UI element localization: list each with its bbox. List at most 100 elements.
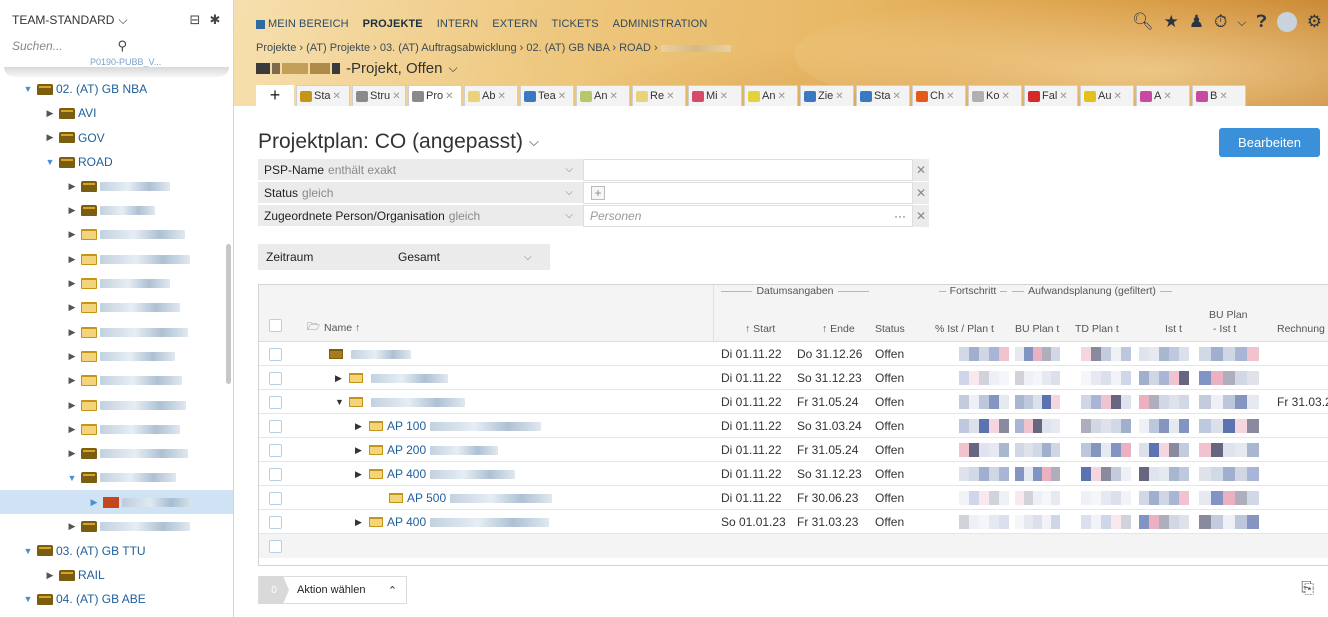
sidebar-tree-item[interactable]: ▶ AVI bbox=[0, 101, 233, 125]
sidebar-tree-item[interactable]: ▶ GOV bbox=[0, 126, 233, 150]
more-icon[interactable]: ··· bbox=[894, 209, 906, 223]
team-selector[interactable]: TEAM-STANDARD ⌵ bbox=[12, 13, 185, 28]
nav-item[interactable]: MEIN BEREICH bbox=[256, 18, 349, 30]
bell-icon[interactable]: ♟ bbox=[1189, 12, 1204, 32]
column-name[interactable]: 🗁 Name ↑ bbox=[307, 319, 360, 337]
close-icon[interactable]: ✕ bbox=[893, 91, 901, 102]
table-row[interactable]: ▶ AP 400 So 01.01.23 Fr 31.03.23 Offen bbox=[259, 510, 1328, 534]
nav-item[interactable]: PROJEKTE bbox=[363, 18, 423, 30]
expand-open-icon[interactable]: ▼ bbox=[22, 84, 34, 94]
row-checkbox[interactable] bbox=[269, 510, 282, 534]
filter-value-input[interactable] bbox=[583, 159, 913, 181]
chevron-down-icon[interactable]: ⌵ bbox=[1237, 15, 1246, 30]
row-name-cell[interactable]: AP 500 bbox=[375, 486, 553, 510]
pin-icon[interactable]: ✱ bbox=[205, 12, 225, 28]
expand-closed-icon[interactable]: ▶ bbox=[66, 351, 78, 362]
nav-item[interactable]: ADMINISTRATION bbox=[613, 18, 708, 30]
sidebar-tree-item[interactable]: ▶ bbox=[0, 271, 233, 295]
table-row[interactable]: ▶ AP 200 Di 01.11.22 Fr 31.05.24 Offen bbox=[259, 438, 1328, 462]
expand-closed-icon[interactable]: ▶ bbox=[355, 445, 367, 456]
expand-open-icon[interactable]: ▼ bbox=[44, 157, 56, 167]
filter-value-input[interactable]: + bbox=[583, 182, 913, 204]
row-checkbox[interactable] bbox=[269, 414, 282, 438]
tab[interactable]: Zie ✕ bbox=[800, 85, 854, 106]
column-start[interactable]: ↑ Start bbox=[745, 323, 775, 335]
expand-closed-icon[interactable]: ▶ bbox=[66, 327, 78, 338]
sidebar-scrollbar[interactable] bbox=[226, 244, 231, 384]
close-icon[interactable]: ✕ bbox=[666, 91, 674, 102]
breadcrumb[interactable]: Projekte › (AT) Projekte › 03. (AT) Auft… bbox=[256, 42, 731, 54]
close-icon[interactable]: ✕ bbox=[497, 91, 505, 102]
filter-field[interactable]: Status gleich ⌵ bbox=[258, 182, 583, 204]
sidebar-tree-item[interactable]: ▼ 02. (AT) GB NBA bbox=[0, 77, 233, 101]
sidebar-tree-item[interactable]: ▼ bbox=[0, 466, 233, 490]
add-tab-button[interactable]: + bbox=[256, 85, 294, 106]
chevron-down-icon[interactable]: ⌵ bbox=[565, 187, 573, 198]
column-ende[interactable]: ↑ Ende bbox=[822, 323, 855, 335]
zeitraum-filter[interactable]: Zeitraum Gesamt ⌵ bbox=[258, 244, 550, 270]
close-icon[interactable]: ✕ bbox=[558, 91, 566, 102]
sidebar-search[interactable]: Suchen... ⚲ bbox=[0, 34, 233, 58]
close-icon[interactable]: ✕ bbox=[720, 91, 728, 102]
star-icon[interactable]: ★ bbox=[1164, 12, 1179, 32]
sidebar-tree-item[interactable]: ▶ RAIL bbox=[0, 563, 233, 587]
chevron-down-icon[interactable]: ⌵ bbox=[448, 61, 457, 76]
column-td-plan[interactable]: TD Plan t bbox=[1075, 323, 1119, 335]
sidebar-tree-item[interactable]: ▶ bbox=[0, 344, 233, 368]
sidebar-tree-item[interactable]: ▶ bbox=[0, 514, 233, 538]
tab[interactable]: Ch ✕ bbox=[912, 85, 966, 106]
expand-closed-icon[interactable]: ▶ bbox=[66, 254, 78, 265]
chevron-down-icon[interactable]: ⌵ bbox=[524, 252, 550, 263]
column-percent-ist-plan[interactable]: % Ist / Plan t bbox=[935, 323, 994, 335]
tab[interactable]: Ko ✕ bbox=[968, 85, 1022, 106]
timer-icon[interactable]: ⏱︎ bbox=[1214, 12, 1227, 32]
tab[interactable]: Ab ✕ bbox=[464, 85, 518, 106]
remove-filter-icon[interactable]: ✕ bbox=[913, 182, 929, 204]
search-icon[interactable]: 🔍︎ bbox=[1132, 12, 1154, 32]
expand-closed-icon[interactable]: ▶ bbox=[66, 302, 78, 313]
sidebar-partial-item[interactable]: P0190-PUBB_V... bbox=[0, 58, 233, 67]
column-status[interactable]: Status bbox=[875, 323, 905, 335]
sidebar-tree-item[interactable]: ▶ bbox=[0, 198, 233, 222]
tab[interactable]: Pro ✕ bbox=[408, 85, 462, 106]
column-rechnung[interactable]: Rechnung bbox=[1277, 323, 1325, 335]
expand-open-icon[interactable]: ▼ bbox=[335, 397, 347, 407]
sidebar-tree-item[interactable]: ▶ bbox=[0, 174, 233, 198]
row-name-cell[interactable]: ▶ bbox=[335, 366, 448, 390]
select-all-checkbox[interactable] bbox=[269, 319, 282, 332]
row-checkbox[interactable] bbox=[269, 462, 282, 486]
close-icon[interactable]: ✕ bbox=[1219, 91, 1227, 102]
row-name-cell[interactable] bbox=[315, 342, 411, 366]
chevron-down-icon[interactable]: ⌵ bbox=[565, 210, 573, 221]
tab[interactable]: Tea ✕ bbox=[520, 85, 574, 106]
expand-closed-icon[interactable]: ▶ bbox=[66, 229, 78, 240]
expand-closed-icon[interactable]: ▶ bbox=[66, 278, 78, 289]
sidebar-tree-item[interactable]: ▶ bbox=[0, 490, 233, 515]
filter-value-input[interactable]: Personen ··· bbox=[583, 205, 913, 227]
expand-open-icon[interactable]: ▼ bbox=[22, 594, 34, 604]
sidebar-tree-item[interactable]: ▶ bbox=[0, 417, 233, 441]
help-icon[interactable]: ❓︎ bbox=[1257, 12, 1267, 32]
column-bu-plan[interactable]: BU Plan t bbox=[1015, 323, 1059, 335]
table-row[interactable]: AP 500 Di 01.11.22 Fr 30.06.23 Offen bbox=[259, 486, 1328, 510]
close-icon[interactable]: ✕ bbox=[777, 91, 785, 102]
tab[interactable]: An ✕ bbox=[744, 85, 798, 106]
sidebar-tree-item[interactable]: ▼ 04. (AT) GB ABE bbox=[0, 587, 233, 611]
sidebar-tree-item[interactable]: ▼ ROAD bbox=[0, 150, 233, 174]
close-icon[interactable]: ✕ bbox=[392, 91, 400, 102]
expand-open-icon[interactable]: ▼ bbox=[66, 473, 78, 483]
tab[interactable]: Re ✕ bbox=[632, 85, 686, 106]
expand-closed-icon[interactable]: ▶ bbox=[355, 421, 367, 432]
row-checkbox[interactable] bbox=[269, 366, 282, 390]
tab[interactable]: Sta ✕ bbox=[856, 85, 910, 106]
expand-closed-icon[interactable]: ▶ bbox=[66, 448, 78, 459]
sidebar-tree-item[interactable]: ▶ bbox=[0, 223, 233, 247]
table-row[interactable]: ▼ Di 01.11.22 Fr 31.05.24 Offen Fr 31.03.2 bbox=[259, 390, 1328, 414]
search-input[interactable]: Suchen... bbox=[12, 39, 118, 53]
nav-item[interactable]: TICKETS bbox=[552, 18, 599, 30]
tab[interactable]: Au ✕ bbox=[1080, 85, 1134, 106]
expand-closed-icon[interactable]: ▶ bbox=[335, 373, 347, 384]
close-icon[interactable]: ✕ bbox=[333, 91, 341, 102]
expand-closed-icon[interactable]: ▶ bbox=[66, 205, 78, 216]
nav-item[interactable]: EXTERN bbox=[492, 18, 537, 30]
